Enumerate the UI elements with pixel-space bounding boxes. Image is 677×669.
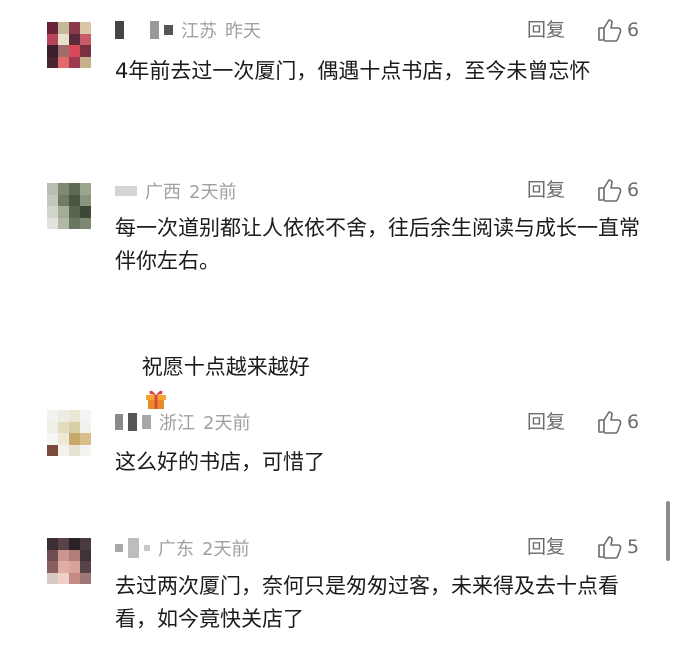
comment-text: 这么好的书店，可惜了 bbox=[115, 450, 325, 474]
comment-text: 去过两次厦门，奈何只是匆匆过客，未来得及去十点看看，如今竟快关店了 bbox=[115, 574, 619, 631]
like-count: 5 bbox=[627, 536, 640, 558]
username-redacted[interactable] bbox=[115, 180, 137, 202]
comment-text: 每一次道别都让人依依不舍，往后余生阅读与成长一直常伴你左右。 bbox=[115, 216, 640, 273]
like-count: 6 bbox=[627, 19, 640, 41]
like-button[interactable]: 6 bbox=[597, 17, 639, 43]
comment-location: 广东 bbox=[158, 539, 194, 560]
like-count: 6 bbox=[627, 179, 640, 201]
scrollbar[interactable] bbox=[666, 501, 670, 561]
reply-button[interactable]: 回复 bbox=[527, 535, 565, 559]
comment-text: 4年前去过一次厦门，偶遇十点书店，至今未曾忘怀 bbox=[115, 59, 591, 83]
avatar[interactable] bbox=[47, 410, 91, 456]
comment-location: 浙江 bbox=[159, 413, 195, 434]
comment-meta: 广东 2天前 bbox=[115, 537, 250, 560]
username-redacted[interactable] bbox=[115, 19, 173, 41]
thumbs-up-icon bbox=[598, 19, 622, 42]
comment-meta: 江苏 昨天 bbox=[115, 19, 261, 42]
avatar[interactable] bbox=[47, 183, 91, 229]
avatar[interactable] bbox=[47, 538, 91, 584]
like-button[interactable]: 5 bbox=[597, 534, 639, 560]
comment-time: 2天前 bbox=[203, 413, 251, 434]
like-count: 6 bbox=[627, 411, 640, 433]
comment-time: 昨天 bbox=[225, 21, 261, 42]
comment-time: 2天前 bbox=[189, 182, 237, 203]
comment-meta: 广西 2天前 bbox=[115, 180, 237, 203]
avatar[interactable] bbox=[47, 22, 91, 68]
thumbs-up-icon bbox=[598, 179, 622, 202]
comment-text-wish: 祝愿十点越来越好 bbox=[141, 355, 310, 379]
thumbs-up-icon bbox=[598, 411, 622, 434]
thumbs-up-icon bbox=[598, 536, 622, 559]
gift-emoji-icon bbox=[145, 390, 166, 409]
like-button[interactable]: 6 bbox=[597, 409, 639, 435]
comment-meta: 浙江 2天前 bbox=[115, 411, 251, 434]
username-redacted[interactable] bbox=[115, 537, 150, 559]
username-redacted[interactable] bbox=[115, 411, 151, 433]
reply-button[interactable]: 回复 bbox=[527, 410, 565, 434]
comment-time: 2天前 bbox=[202, 539, 250, 560]
like-button[interactable]: 6 bbox=[597, 177, 639, 203]
comment-location: 广西 bbox=[145, 182, 181, 203]
comment-location: 江苏 bbox=[181, 21, 217, 42]
reply-button[interactable]: 回复 bbox=[527, 18, 565, 42]
reply-button[interactable]: 回复 bbox=[527, 178, 565, 202]
